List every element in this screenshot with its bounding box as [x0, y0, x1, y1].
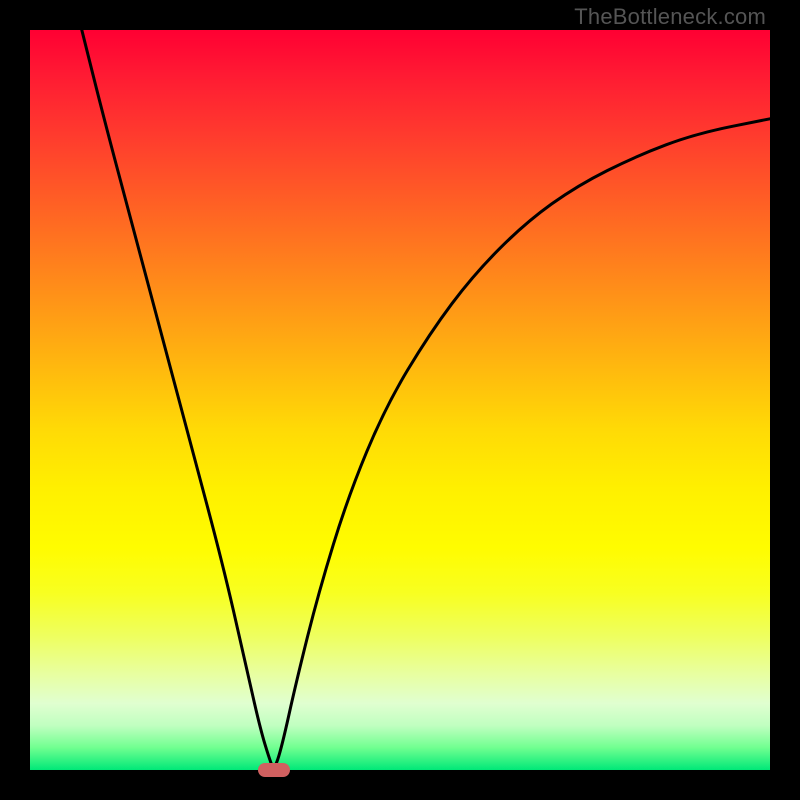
watermark-text: TheBottleneck.com [574, 4, 766, 30]
minimum-marker [258, 763, 290, 777]
plot-area [30, 30, 770, 770]
chart-frame: TheBottleneck.com [0, 0, 800, 800]
curve-svg [30, 30, 770, 770]
bottleneck-curve [82, 30, 770, 767]
